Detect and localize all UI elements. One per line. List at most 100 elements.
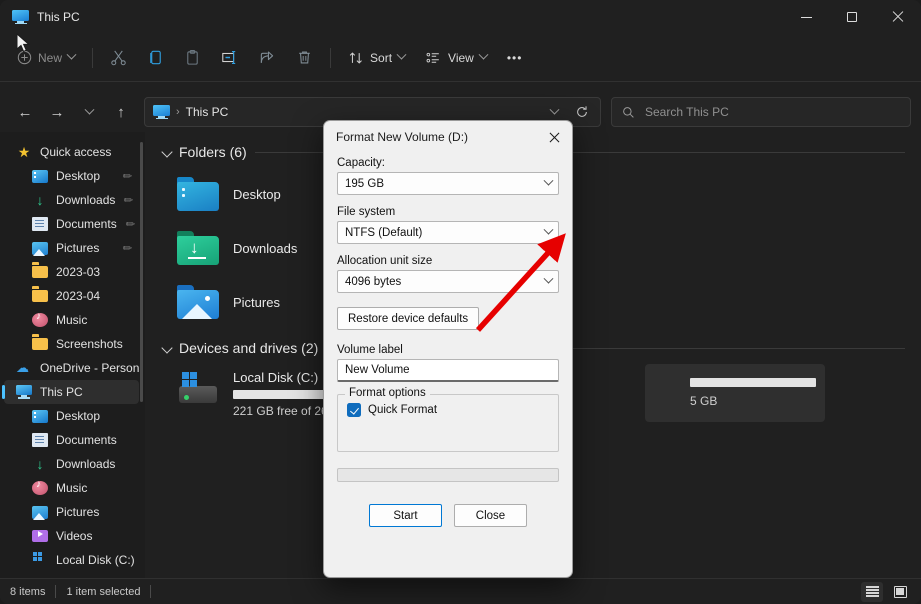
sidebar-item-downloads[interactable]: ↓ Downloads ✐ — [4, 188, 139, 212]
dialog-close-action-button[interactable]: Close — [454, 504, 527, 527]
allocation-unit-dropdown[interactable]: 4096 bytes — [337, 270, 559, 293]
folder-label: Desktop — [233, 186, 281, 202]
sidebar-item-label: Local Disk (C:) — [56, 553, 135, 567]
sidebar-item-desktop[interactable]: Desktop — [4, 404, 139, 428]
folder-label: Downloads — [233, 240, 298, 256]
sidebar-item-pictures[interactable]: Pictures ✐ — [4, 236, 139, 260]
restore-device-defaults-button[interactable]: Restore device defaults — [337, 307, 480, 330]
cut-button[interactable] — [101, 42, 136, 74]
chevron-down-icon — [161, 146, 173, 158]
allocation-unit-value: 4096 bytes — [345, 275, 402, 288]
share-icon — [260, 51, 274, 63]
breadcrumb-this-pc[interactable]: This PC — [186, 105, 229, 119]
sidebar-item-label: Downloads — [56, 193, 116, 207]
more-options-button[interactable]: ••• — [498, 42, 532, 74]
sidebar-item-quick-access[interactable]: ★ Quick access — [4, 140, 139, 164]
capacity-dropdown[interactable]: 195 GB — [337, 172, 559, 195]
list-view-button[interactable] — [861, 581, 883, 602]
window-title: This PC — [37, 10, 80, 24]
start-button[interactable]: Start — [369, 504, 442, 527]
back-button[interactable]: ← — [10, 97, 40, 127]
music-icon — [32, 480, 48, 496]
maximize-button[interactable] — [829, 0, 875, 34]
quick-format-row[interactable]: Quick Format — [347, 403, 549, 417]
sidebar-item-videos[interactable]: Videos — [4, 524, 139, 548]
sidebar-item-documents[interactable]: Documents ✐ — [4, 212, 139, 236]
toolbar-divider-2 — [330, 47, 332, 68]
capacity-label: Capacity: — [337, 157, 385, 169]
navigation-sidebar[interactable]: ★ Quick access Desktop ✐ ↓ Downloads ✐ Document… — [0, 132, 145, 578]
desktop-icon — [32, 408, 48, 424]
sidebar-item-2023-04[interactable]: 2023-04 — [4, 284, 139, 308]
sidebar-item-onedrive-person[interactable]: ☁ OneDrive - Person — [4, 356, 139, 380]
sidebar-item-label: Documents — [56, 433, 117, 447]
forward-arrow-icon: → — [49, 103, 65, 121]
close-button[interactable] — [875, 0, 921, 34]
format-volume-dialog[interactable]: Format New Volume (D:) Capacity: 195 GB … — [323, 120, 573, 578]
sidebar-item-pictures[interactable]: Pictures — [4, 500, 139, 524]
chevron-down-icon — [161, 342, 173, 354]
delete-button[interactable] — [287, 42, 322, 74]
sidebar-item-documents[interactable]: Documents — [4, 428, 139, 452]
sidebar-scrollbar[interactable] — [140, 142, 143, 402]
chevron-down-icon — [84, 104, 94, 115]
pin-icon[interactable]: ✐ — [121, 216, 137, 232]
documents-icon — [32, 432, 48, 448]
back-arrow-icon: ← — [17, 103, 33, 121]
sidebar-item-downloads[interactable]: ↓ Downloads — [4, 452, 139, 476]
search-box[interactable]: Search This PC — [611, 97, 911, 127]
drive-item-selected[interactable]: 5 GB — [645, 364, 825, 422]
sidebar-item-music[interactable]: Music — [4, 476, 139, 500]
folder-label: Pictures — [233, 294, 280, 310]
view-button[interactable]: View — [416, 42, 496, 74]
dialog-close-button[interactable] — [536, 121, 572, 153]
pictures-icon — [32, 240, 48, 256]
minimize-button[interactable] — [783, 0, 829, 34]
status-divider — [55, 585, 57, 598]
sidebar-item-label: Pictures — [56, 241, 100, 255]
file-explorer-window: This PC New Sort View ••• ← → ↑ › This P… — [0, 0, 921, 604]
volume-label-label: Volume label — [337, 344, 403, 356]
chevron-down-icon — [478, 49, 489, 60]
pin-icon[interactable]: ✐ — [119, 168, 135, 184]
pictures-icon — [32, 504, 48, 520]
sidebar-item-music[interactable]: Music — [4, 308, 139, 332]
sidebar-item-screenshots[interactable]: Screenshots — [4, 332, 139, 356]
sidebar-item-local-disk-c[interactable]: Local Disk (C:) — [4, 548, 139, 572]
recent-locations-button[interactable] — [74, 97, 104, 127]
cloud-icon: ☁ — [16, 360, 29, 375]
sidebar-item-label: Quick access — [40, 145, 112, 159]
command-bar: New Sort View ••• — [0, 34, 921, 82]
sidebar-item-this-pc[interactable]: This PC — [2, 380, 139, 404]
new-button[interactable]: New — [8, 42, 84, 74]
quick-format-checkbox[interactable] — [347, 403, 361, 417]
drives-group-title: Devices and drives (2) — [179, 340, 319, 356]
more-label: ••• — [506, 50, 523, 65]
refresh-button[interactable] — [570, 100, 594, 124]
up-button[interactable]: ↑ — [106, 97, 136, 127]
format-progress-bar — [337, 468, 559, 482]
chevron-down-icon — [66, 49, 77, 60]
forward-button[interactable]: → — [42, 97, 72, 127]
pin-icon[interactable]: ✐ — [119, 240, 135, 256]
volume-label-input[interactable]: New Volume — [337, 359, 559, 382]
disk-icon — [32, 552, 48, 568]
filesystem-label: File system — [337, 206, 396, 218]
chevron-down-icon — [396, 49, 407, 60]
sidebar-item-desktop[interactable]: Desktop ✐ — [4, 164, 139, 188]
rename-button[interactable] — [212, 42, 248, 74]
chevron-down-icon — [549, 104, 559, 115]
pin-icon[interactable]: ✐ — [120, 192, 136, 208]
sort-button[interactable]: Sort — [339, 42, 414, 74]
sidebar-item-label: Music — [56, 481, 88, 495]
thumbnail-view-button[interactable] — [889, 582, 911, 602]
sidebar-item-2023-03[interactable]: 2023-03 — [4, 260, 139, 284]
share-button[interactable] — [250, 42, 285, 74]
paste-button[interactable] — [175, 42, 210, 74]
delete-icon — [299, 51, 310, 64]
toolbar-divider — [92, 47, 94, 68]
copy-button[interactable] — [138, 42, 173, 74]
desktop-icon — [32, 168, 48, 184]
filesystem-dropdown[interactable]: NTFS (Default) — [337, 221, 559, 244]
title-bar-left: This PC — [0, 9, 80, 25]
